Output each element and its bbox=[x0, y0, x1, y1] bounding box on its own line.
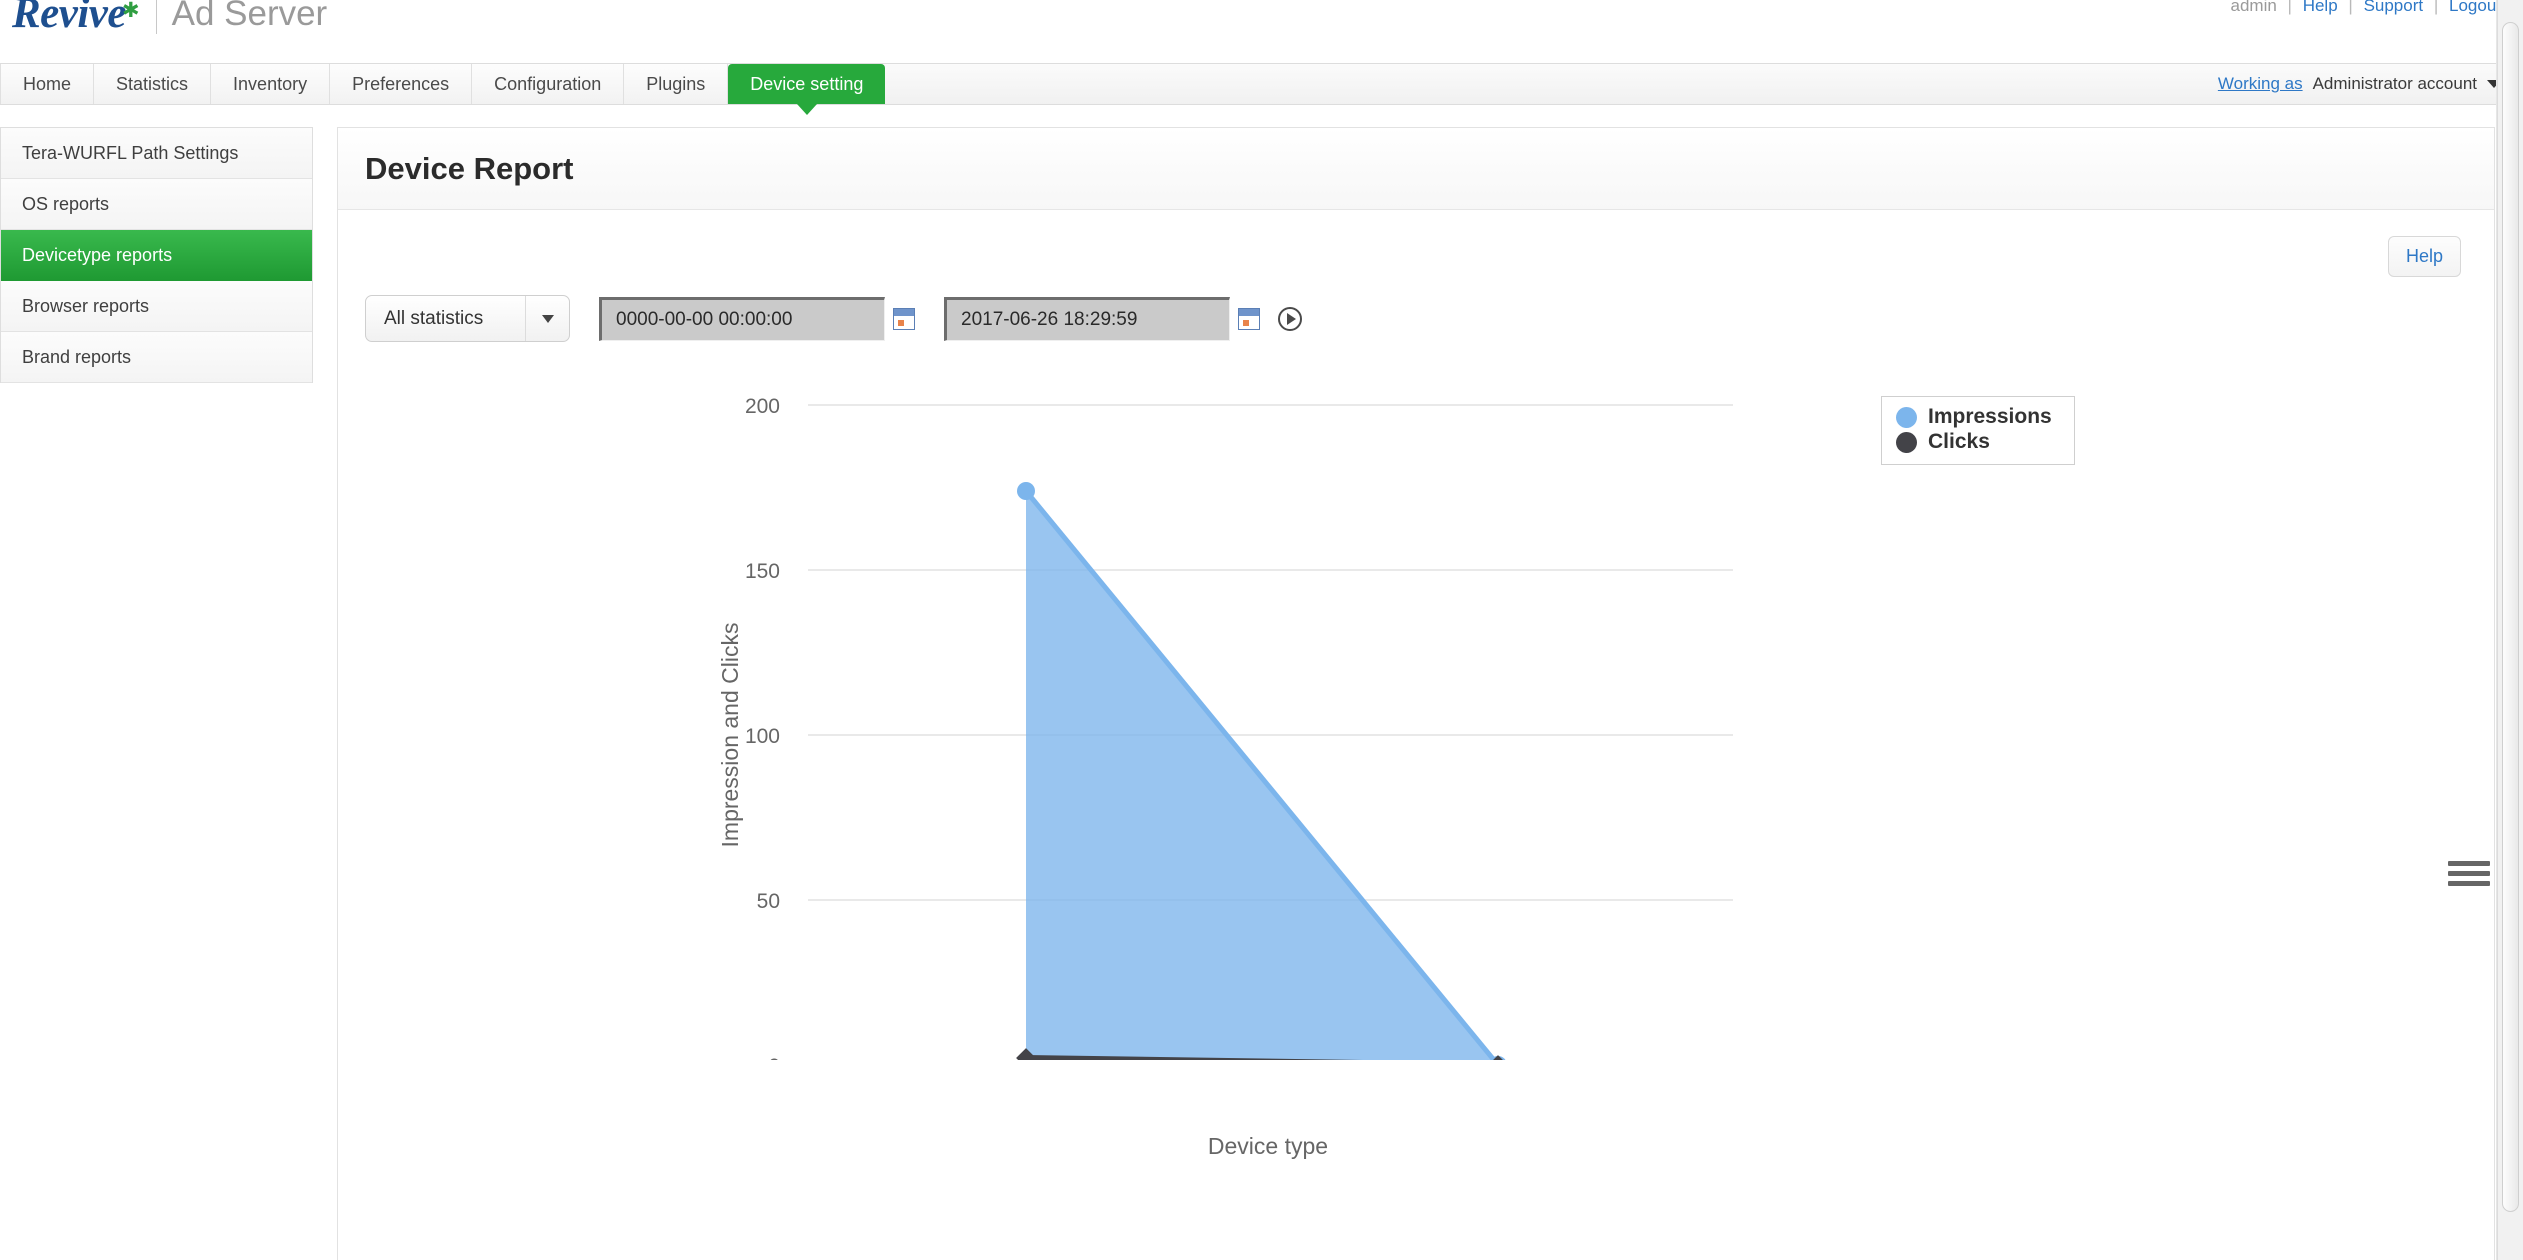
y-tick-150: 150 bbox=[745, 560, 780, 583]
filter-toolbar: All statistics bbox=[338, 277, 2494, 342]
date-from-group bbox=[599, 297, 915, 341]
play-go-icon[interactable] bbox=[1278, 307, 1302, 331]
device-report-chart: 200 150 100 50 0 Impression and Clicks bbox=[338, 360, 2494, 1060]
nav-tab-list: Home Statistics Inventory Preferences Co… bbox=[0, 64, 2523, 104]
chart-series-impressions[interactable] bbox=[1017, 482, 1507, 1060]
sidebar-item-os-reports[interactable]: OS reports bbox=[1, 179, 312, 230]
app-logo[interactable]: Revive ✱ Ad Server bbox=[12, 0, 327, 35]
tab-statistics[interactable]: Statistics bbox=[94, 64, 211, 104]
page-body: Tera-WURFL Path Settings OS reports Devi… bbox=[0, 105, 2523, 1260]
chart-legend: Impressions Clicks bbox=[1881, 396, 2075, 465]
chart-point-impressions-desktop[interactable] bbox=[1017, 482, 1035, 500]
chevron-down-icon[interactable] bbox=[525, 296, 569, 341]
statistics-select[interactable]: All statistics bbox=[365, 295, 570, 342]
logo-adserver-text: Ad Server bbox=[172, 0, 328, 31]
sidebar-menu: Tera-WURFL Path Settings OS reports Devi… bbox=[0, 127, 313, 383]
chart-y-tick-labels: 200 150 100 50 0 bbox=[745, 395, 780, 1060]
header-support-link[interactable]: Support bbox=[2364, 0, 2424, 15]
main-panel: Device Report Help All statistics bbox=[337, 127, 2495, 1260]
header-sep-3: | bbox=[2434, 0, 2438, 15]
vertical-scrollbar[interactable] bbox=[2497, 0, 2523, 1260]
date-to-input[interactable] bbox=[944, 297, 1230, 341]
legend-item-clicks[interactable]: Clicks bbox=[1896, 430, 2052, 455]
header-user-links: admin | Help | Support | Logout bbox=[2231, 0, 2502, 16]
tab-inventory[interactable]: Inventory bbox=[211, 64, 330, 104]
date-to-group bbox=[944, 297, 1302, 341]
working-as-account: Administrator account bbox=[2313, 74, 2477, 94]
y-tick-100: 100 bbox=[745, 725, 780, 748]
panel-header: Device Report bbox=[338, 128, 2494, 210]
legend-item-impressions[interactable]: Impressions bbox=[1896, 405, 2052, 430]
sidebar: Tera-WURFL Path Settings OS reports Devi… bbox=[0, 105, 313, 1260]
hamburger-bar-3 bbox=[2448, 881, 2490, 886]
working-as-switcher[interactable]: Working as Administrator account bbox=[2218, 74, 2501, 94]
legend-label-impressions: Impressions bbox=[1928, 405, 2052, 430]
sidebar-item-browser-reports[interactable]: Browser reports bbox=[1, 281, 312, 332]
tab-device-setting[interactable]: Device setting bbox=[728, 64, 885, 104]
calendar-icon[interactable] bbox=[893, 308, 915, 330]
statistics-select-value: All statistics bbox=[366, 296, 525, 341]
chart-canvas: 200 150 100 50 0 Impression and Clicks bbox=[338, 360, 2495, 1060]
logo-revive-text: Revive bbox=[12, 0, 126, 35]
legend-label-clicks: Clicks bbox=[1928, 430, 1990, 455]
hamburger-bar-2 bbox=[2448, 871, 2490, 876]
legend-dot-impressions-icon bbox=[1896, 407, 1917, 428]
y-tick-50: 50 bbox=[757, 890, 780, 913]
chart-y-axis-title: Impression and Clicks bbox=[717, 623, 743, 848]
header-username: admin bbox=[2231, 0, 2277, 15]
tab-plugins[interactable]: Plugins bbox=[624, 64, 728, 104]
logo-divider bbox=[156, 0, 157, 34]
sidebar-item-devicetype-reports[interactable]: Devicetype reports bbox=[1, 230, 312, 281]
chart-x-axis-title: Device type bbox=[338, 1133, 2198, 1160]
y-tick-200: 200 bbox=[745, 395, 780, 418]
help-row: Help bbox=[338, 210, 2494, 277]
header-sep-2: | bbox=[2348, 0, 2352, 15]
sidebar-item-brand-reports[interactable]: Brand reports bbox=[1, 332, 312, 383]
logo-star-icon: ✱ bbox=[122, 0, 140, 23]
y-tick-0: 0 bbox=[768, 1055, 780, 1060]
main-navigation: Home Statistics Inventory Preferences Co… bbox=[0, 63, 2523, 105]
working-as-label[interactable]: Working as bbox=[2218, 74, 2303, 94]
calendar-icon[interactable] bbox=[1238, 308, 1260, 330]
tab-preferences[interactable]: Preferences bbox=[330, 64, 472, 104]
hamburger-bar-1 bbox=[2448, 861, 2490, 866]
legend-dot-clicks-icon bbox=[1896, 432, 1917, 453]
help-button[interactable]: Help bbox=[2388, 236, 2461, 277]
hamburger-icon[interactable] bbox=[2448, 861, 2490, 891]
app-header: Revive ✱ Ad Server admin | Help | Suppor… bbox=[0, 0, 2523, 63]
header-logout-link[interactable]: Logout bbox=[2449, 0, 2501, 15]
header-sep-1: | bbox=[2288, 0, 2292, 15]
date-from-input[interactable] bbox=[599, 297, 885, 341]
tab-home[interactable]: Home bbox=[0, 64, 94, 104]
vertical-scrollbar-thumb[interactable] bbox=[2502, 22, 2519, 1212]
header-help-link[interactable]: Help bbox=[2303, 0, 2338, 15]
sidebar-item-tera-wurfl-path-settings[interactable]: Tera-WURFL Path Settings bbox=[1, 128, 312, 179]
tab-configuration[interactable]: Configuration bbox=[472, 64, 624, 104]
page-title: Device Report bbox=[365, 151, 573, 187]
